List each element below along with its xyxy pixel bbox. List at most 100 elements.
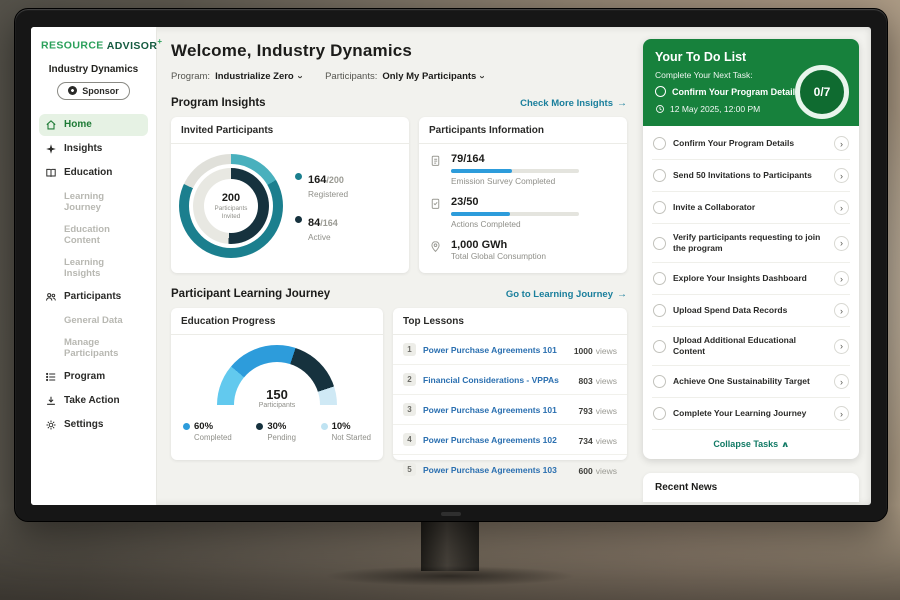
home-icon	[45, 119, 57, 131]
lesson-views-count: 1000	[574, 346, 593, 356]
chevron-right-icon[interactable]: ›	[834, 200, 849, 215]
todo-next-task[interactable]: Confirm Your Program Details	[655, 86, 805, 97]
task-row[interactable]: Send 50 Invitations to Participants ›	[652, 160, 850, 192]
sidebar-item-label: Education	[64, 167, 112, 178]
lesson-row[interactable]: 1 Power Purchase Agreements 101 1000view…	[393, 335, 627, 365]
sidebar-item-home[interactable]: Home	[39, 114, 148, 136]
checkbox-icon[interactable]	[653, 169, 666, 182]
lesson-views-count: 734	[579, 436, 593, 446]
participants-select[interactable]: Participants: Only My Participants ›	[325, 71, 484, 82]
lesson-views-unit: views	[596, 376, 617, 386]
recent-news-header: Recent News	[643, 473, 859, 502]
legend-label: Not Started	[332, 433, 371, 442]
stat-actions: 23/50 Actions Completed	[429, 196, 617, 229]
lesson-row[interactable]: 4 Power Purchase Agreements 102 734views	[393, 425, 627, 455]
sidebar-item-manage-participants[interactable]: Manage Participants	[39, 332, 148, 364]
stat-label: Emission Survey Completed	[451, 176, 579, 186]
todo-panel: Your To Do List Complete Your Next Task:…	[639, 27, 871, 505]
lesson-link[interactable]: Power Purchase Agreements 102	[423, 435, 572, 445]
checkbox-icon[interactable]	[653, 137, 666, 150]
checkbox-icon[interactable]	[655, 86, 666, 97]
program-list-icon	[45, 371, 57, 383]
chevron-right-icon[interactable]: ›	[834, 236, 849, 251]
chevron-right-icon[interactable]: ›	[834, 136, 849, 151]
task-label: Confirm Your Program Details	[673, 138, 827, 149]
collapse-tasks-link[interactable]: Collapse Tasks∧	[643, 430, 859, 459]
donut-legend: 164/200 Registered 84/164 Active	[295, 170, 348, 242]
go-to-learning-journey-link[interactable]: Go to Learning Journey →	[506, 289, 627, 300]
task-row[interactable]: Verify participants requesting to join t…	[652, 224, 850, 263]
task-row[interactable]: Confirm Your Program Details ›	[652, 128, 850, 160]
stat-value: 23/50	[451, 196, 579, 208]
checkbox-icon[interactable]	[653, 407, 666, 420]
lesson-link[interactable]: Power Purchase Agreements 101	[423, 345, 567, 355]
gauge-center-value: 150	[217, 388, 337, 401]
org-name: Industry Dynamics	[39, 64, 148, 75]
sidebar-item-education[interactable]: Education	[39, 162, 148, 184]
section-title: Participant Learning Journey	[171, 288, 330, 300]
lesson-link[interactable]: Financial Considerations - VPPAs	[423, 375, 572, 385]
legend-dot	[321, 423, 328, 430]
legend-label: Active	[308, 232, 338, 242]
task-row[interactable]: Achieve One Sustainability Target ›	[652, 366, 850, 398]
task-row[interactable]: Invite a Collaborator ›	[652, 192, 850, 224]
lesson-link[interactable]: Power Purchase Agreements 103	[423, 465, 572, 475]
sidebar-item-learning-insights[interactable]: Learning Insights	[39, 252, 148, 284]
task-row[interactable]: Explore Your Insights Dashboard ›	[652, 263, 850, 295]
program-select[interactable]: Program: Industrialize Zero ›	[171, 71, 301, 82]
sidebar-item-education-content[interactable]: Education Content	[39, 219, 148, 251]
stat-consumption: 1,000 GWh Total Global Consumption	[429, 239, 617, 261]
clock-icon	[655, 104, 665, 114]
checkbox-icon[interactable]	[653, 272, 666, 285]
sidebar-item-take-action[interactable]: Take Action	[39, 390, 148, 412]
filters: Program: Industrialize Zero › Participan…	[171, 71, 627, 82]
checkbox-icon[interactable]	[653, 304, 666, 317]
sidebar-item-learning-journey[interactable]: Learning Journey	[39, 186, 148, 218]
checkbox-icon[interactable]	[653, 375, 666, 388]
progress-bar	[451, 212, 579, 216]
gauge-legend: 60% Completed 30% Pending 10% Not Starte…	[171, 409, 383, 442]
chevron-right-icon[interactable]: ›	[834, 303, 849, 318]
education-progress-card: Education Progress 150 Participants 60	[171, 308, 383, 460]
invited-donut-chart: 200 Participants Invited	[179, 154, 283, 258]
sidebar-item-program[interactable]: Program	[39, 366, 148, 388]
lesson-rank: 5	[403, 463, 416, 476]
checkbox-icon[interactable]	[653, 340, 666, 353]
program-select-label: Program:	[171, 71, 210, 82]
card-title: Education Progress	[171, 308, 383, 335]
gear-icon	[45, 419, 57, 431]
donut-center-label: Participants Invited	[210, 205, 252, 221]
legend-value: 60%	[194, 421, 213, 432]
sidebar-item-insights[interactable]: Insights	[39, 138, 148, 160]
legend-item-registered: 164/200 Registered	[295, 170, 348, 199]
task-row[interactable]: Upload Additional Educational Content ›	[652, 327, 850, 366]
sidebar-item-participants[interactable]: Participants	[39, 286, 148, 308]
app-logo: RESOURCEADVISOR+	[39, 37, 148, 52]
invited-participants-card: Invited Participants 200 Participants In…	[171, 117, 409, 273]
lesson-row[interactable]: 2 Financial Considerations - VPPAs 803vi…	[393, 365, 627, 395]
task-row[interactable]: Complete Your Learning Journey ›	[652, 398, 850, 430]
chevron-right-icon[interactable]: ›	[834, 339, 849, 354]
lesson-link[interactable]: Power Purchase Agreements 101	[423, 405, 572, 415]
task-row[interactable]: Upload Spend Data Records ›	[652, 295, 850, 327]
sidebar-item-general-data[interactable]: General Data	[39, 310, 148, 331]
legend-dot	[295, 173, 302, 180]
chevron-right-icon[interactable]: ›	[834, 374, 849, 389]
lesson-row[interactable]: 5 Power Purchase Agreements 103 600views	[393, 455, 627, 484]
sidebar-item-settings[interactable]: Settings	[39, 414, 148, 436]
chevron-right-icon[interactable]: ›	[834, 168, 849, 183]
chevron-right-icon[interactable]: ›	[834, 271, 849, 286]
sidebar-item-label: Take Action	[64, 395, 120, 406]
check-more-insights-link[interactable]: Check More Insights →	[520, 98, 627, 109]
learning-journey-cards: Education Progress 150 Participants 60	[171, 308, 627, 460]
checkbox-icon[interactable]	[653, 237, 666, 250]
chevron-right-icon[interactable]: ›	[834, 406, 849, 421]
main-content: Welcome, Industry Dynamics Program: Indu…	[157, 27, 639, 505]
monitor-bezel: RESOURCEADVISOR+ Industry Dynamics Spons…	[14, 8, 888, 522]
lesson-views-count: 600	[579, 466, 593, 476]
stat-label: Actions Completed	[451, 219, 579, 229]
legend-item-pending: 30% Pending	[256, 421, 296, 442]
checkbox-icon[interactable]	[653, 201, 666, 214]
task-label: Verify participants requesting to join t…	[673, 232, 827, 254]
lesson-row[interactable]: 3 Power Purchase Agreements 101 793views	[393, 395, 627, 425]
